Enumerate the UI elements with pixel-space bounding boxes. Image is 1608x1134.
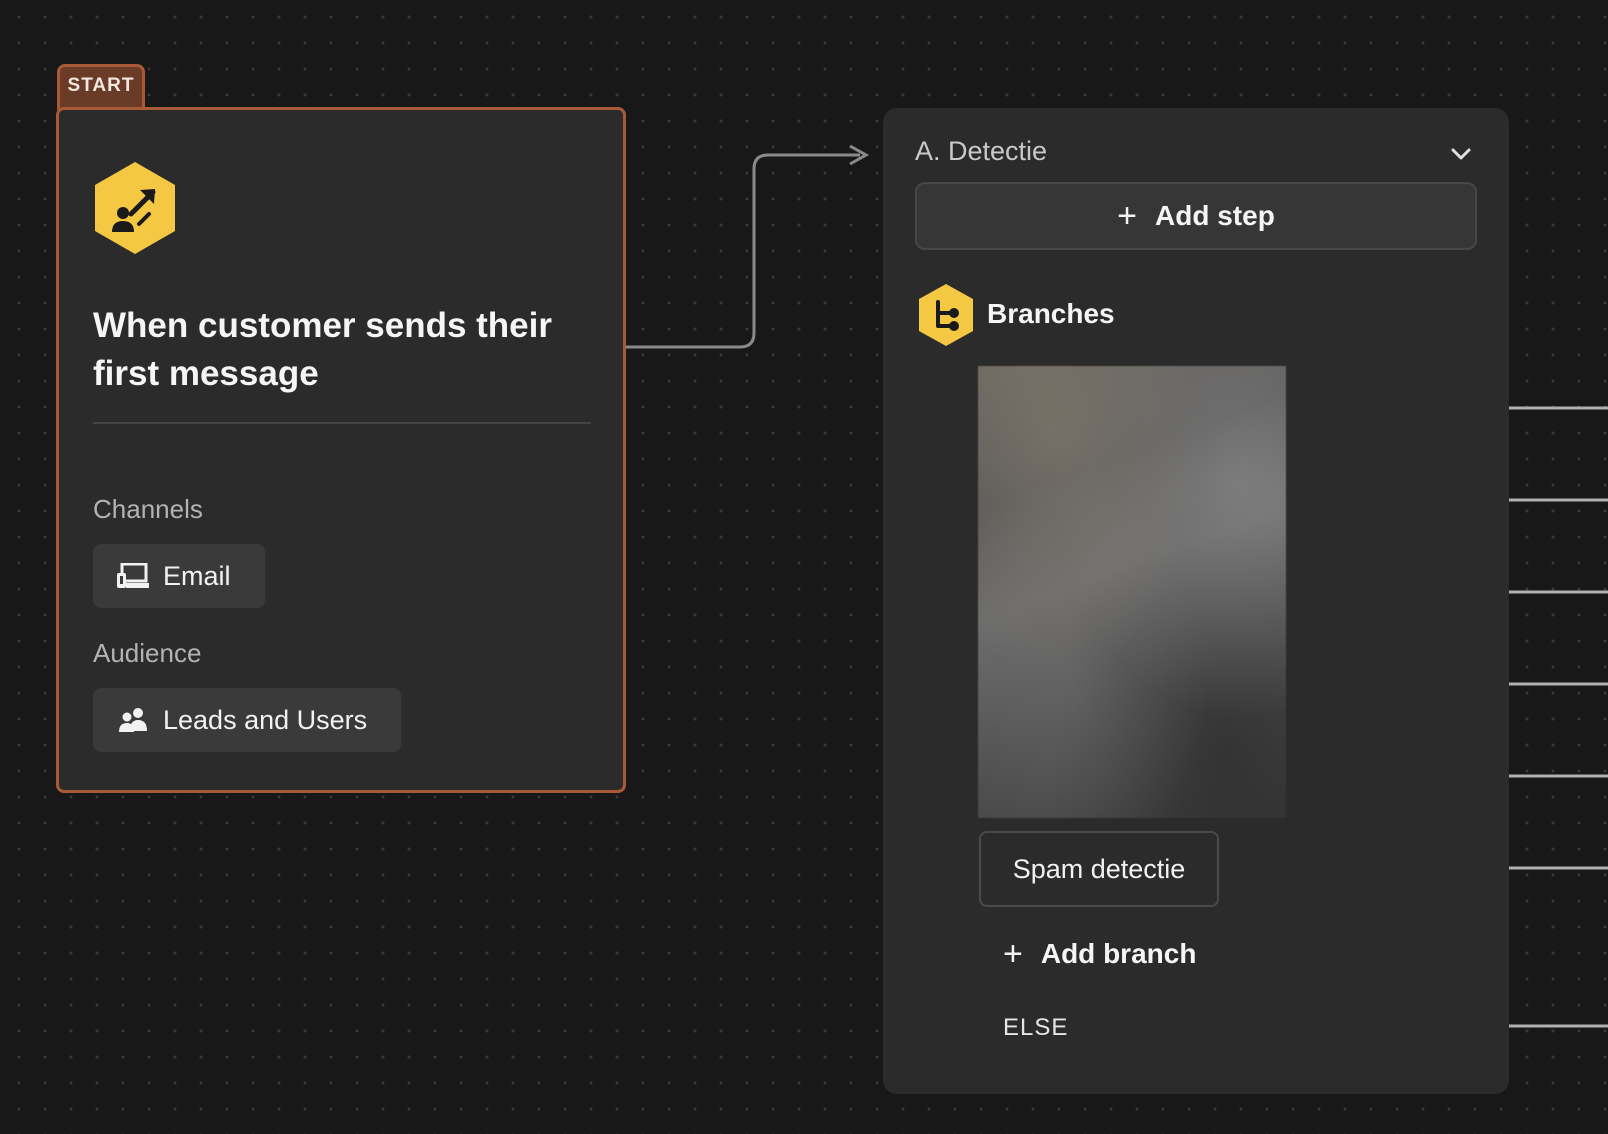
- audience-chip[interactable]: Leads and Users: [93, 688, 402, 752]
- plus-icon: +: [1117, 196, 1138, 235]
- users-icon: [119, 708, 147, 732]
- redacted-branches: [978, 366, 1286, 818]
- chevron-down-icon[interactable]: [1449, 144, 1473, 164]
- branch-label: Spam detectie: [1012, 853, 1186, 884]
- start-tab: START: [57, 64, 145, 110]
- else-branch-label[interactable]: ELSE: [1003, 1014, 1068, 1042]
- channel-chip-email[interactable]: Email: [93, 544, 265, 608]
- add-branch-button[interactable]: + Add branch: [1003, 934, 1196, 974]
- audience-label: Audience: [93, 638, 202, 668]
- add-step-button[interactable]: + Add step: [915, 182, 1477, 250]
- start-to-detection-connector: [626, 153, 860, 349]
- branch-spam-detectie[interactable]: Spam detectie: [979, 831, 1219, 907]
- start-tab-label: START: [67, 74, 135, 96]
- branches-title: Branches: [987, 298, 1115, 329]
- trigger-title: When customer sends their first message: [93, 306, 552, 393]
- step-title: A. Detectie: [915, 136, 1048, 166]
- connector-arrowhead: [849, 144, 870, 166]
- audience-chip-label: Leads and Users: [163, 704, 368, 735]
- megaphone-person-icon: [95, 162, 175, 254]
- detection-step-card[interactable]: A. Detectie + Add step Branches Spam det…: [883, 108, 1509, 1094]
- branches-icon: [919, 284, 973, 346]
- add-step-label: Add step: [1155, 200, 1275, 231]
- email-channel-icon: [117, 563, 149, 588]
- plus-icon: +: [1003, 934, 1023, 973]
- start-trigger-card[interactable]: When customer sends their first message …: [56, 107, 626, 793]
- add-branch-label: Add branch: [1040, 938, 1197, 969]
- divider: [93, 422, 591, 424]
- channel-chip-label: Email: [163, 560, 231, 591]
- channels-label: Channels: [93, 494, 203, 524]
